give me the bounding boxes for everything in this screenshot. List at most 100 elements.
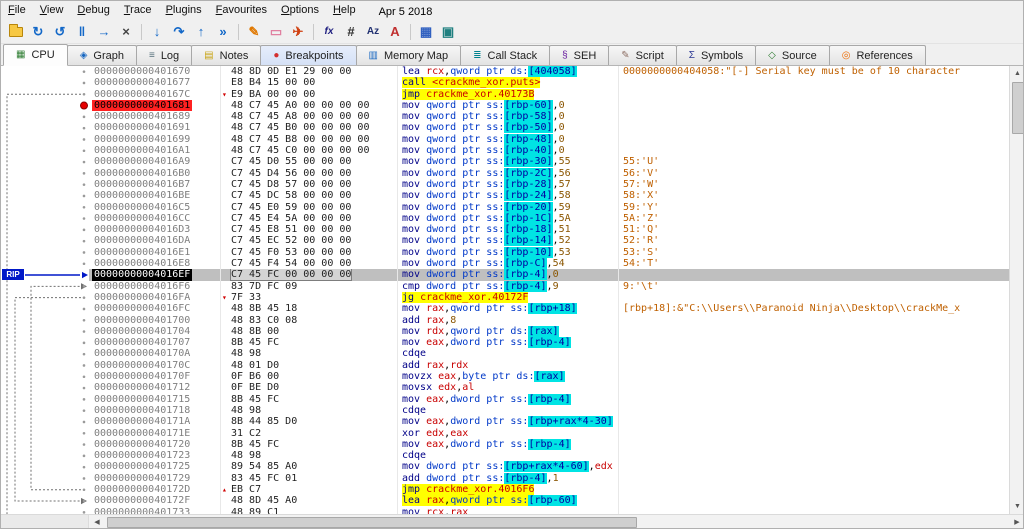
disasm-row[interactable]: 00000000004016C5C7 45 E0 59 00 00 00mov … — [89, 202, 1009, 213]
tab-log[interactable]: ≡Log — [136, 45, 192, 65]
system-button[interactable]: ▣ — [437, 22, 459, 42]
step-out-button[interactable]: ↑ — [190, 22, 212, 42]
horizontal-scroll-thumb[interactable] — [107, 517, 637, 528]
disasm-row[interactable]: 000000000040172F48 8D 45 A0lea rax,qword… — [89, 495, 1009, 506]
horizontal-scrollbar[interactable]: ◀ ▶ — [1, 514, 1024, 529]
assembler-button[interactable]: Az — [362, 22, 384, 42]
disasm-row[interactable]: 000000000040170F0F B6 00movzx eax,byte p… — [89, 371, 1009, 382]
tab-symbols[interactable]: ΣSymbols — [676, 45, 756, 65]
disasm-row[interactable]: 00000000004016A148 C7 45 C0 00 00 00 00m… — [89, 145, 1009, 156]
disasm-row[interactable]: 00000000004016F683 7D FC 09cmp dword ptr… — [89, 281, 1009, 292]
vertical-scroll-thumb[interactable] — [1012, 82, 1024, 134]
disasm-row[interactable]: 00000000004017078B 45 FCmov eax,dword pt… — [89, 337, 1009, 348]
restart-button[interactable]: ↻ — [27, 22, 49, 42]
scroll-down-arrow-icon[interactable]: ▼ — [1010, 499, 1024, 514]
tab-script[interactable]: ✎Script — [608, 45, 677, 65]
functions-button[interactable]: fx — [318, 22, 340, 42]
vertical-scrollbar[interactable]: ▲ ▼ — [1009, 66, 1024, 514]
tab-graph[interactable]: ◈Graph — [67, 45, 137, 65]
disasm-row[interactable]: 00000000004017208B 45 FCmov eax,dword pt… — [89, 439, 1009, 450]
run-button[interactable]: → — [93, 22, 115, 42]
hash-button[interactable]: # — [340, 22, 362, 42]
reload-button[interactable]: ↺ — [49, 22, 71, 42]
disasm-row[interactable]: 00000000004016B0C7 45 D4 56 00 00 00mov … — [89, 168, 1009, 179]
disasm-row[interactable]: 00000000004016EFC7 45 FC 00 00 00 00mov … — [89, 269, 1009, 280]
menu-view[interactable]: View — [33, 1, 71, 20]
bytes-cell: 48 C7 45 B0 00 00 00 00 — [221, 122, 398, 133]
address-cell: 00000000004016FA — [89, 292, 221, 303]
horizontal-scroll-track[interactable] — [105, 515, 1009, 529]
disasm-row[interactable]: 00000000004016FA▾7F 33jg crackme_xor.401… — [89, 292, 1009, 303]
disasm-row[interactable]: 00000000004016E8C7 45 F4 54 00 00 00mov … — [89, 258, 1009, 269]
bytes-cell: 48 98 — [221, 450, 398, 461]
menu-debug[interactable]: Debug — [70, 1, 116, 20]
disasm-row[interactable]: 000000000040171E31 C2xor edx,eax — [89, 428, 1009, 439]
hide-debugger-button[interactable]: ✈ — [287, 22, 309, 42]
disasm-row[interactable]: 000000000040170C48 01 D0add rax,rdx — [89, 360, 1009, 371]
disasm-row[interactable]: 000000000040169148 C7 45 B0 00 00 00 00m… — [89, 122, 1009, 133]
highlighting-button[interactable]: A — [384, 22, 406, 42]
disasm-row[interactable]: 00000000004016CCC7 45 E4 5A 00 00 00mov … — [89, 213, 1009, 224]
address-cell: 0000000000401677 — [89, 77, 221, 88]
menu-favourites[interactable]: Favourites — [209, 1, 274, 20]
disasm-row[interactable]: 000000000040172589 54 85 A0mov dword ptr… — [89, 461, 1009, 472]
close-button[interactable]: × — [115, 22, 137, 42]
disasm-row[interactable]: 000000000040172348 98cdqe — [89, 450, 1009, 461]
disasm-row[interactable]: 00000000004016DAC7 45 EC 52 00 00 00mov … — [89, 235, 1009, 246]
disasm-row[interactable]: 00000000004017120F BE D0movsx edx,al — [89, 382, 1009, 393]
disasm-row[interactable]: 0000000000401677E8 B4 15 00 00call <crac… — [89, 77, 1009, 88]
disasm-row[interactable]: 00000000004016B7C7 45 D8 57 00 00 00mov … — [89, 179, 1009, 190]
patches-button[interactable]: ✎ — [243, 22, 265, 42]
disasm-row[interactable]: 00000000004017158B 45 FCmov eax,dword pt… — [89, 394, 1009, 405]
tab-notes[interactable]: ▤Notes — [191, 45, 261, 65]
disasm-row[interactable]: 00000000004016FC48 8B 45 18mov rax,qword… — [89, 303, 1009, 314]
address-cell: 000000000040170C — [89, 360, 221, 371]
menu-trace[interactable]: Trace — [117, 1, 159, 20]
disasm-row[interactable]: 000000000040170A48 98cdqe — [89, 348, 1009, 359]
memory-grid-button[interactable]: ▦ — [415, 22, 437, 42]
disasm-row[interactable]: 000000000040168148 C7 45 A0 00 00 00 00m… — [89, 100, 1009, 111]
bytes-cell: C7 45 D8 57 00 00 00 — [221, 179, 398, 190]
disasm-row[interactable]: 000000000040173348 89 C1mov rcx,rax — [89, 507, 1009, 514]
scroll-right-arrow-icon[interactable]: ▶ — [1009, 515, 1024, 529]
scroll-left-arrow-icon[interactable]: ◀ — [89, 515, 105, 529]
disasm-row[interactable]: 000000000040171A8B 44 85 D0mov eax,dword… — [89, 416, 1009, 427]
menu-help[interactable]: Help — [326, 1, 363, 20]
tab-source[interactable]: ◇Source — [755, 45, 830, 65]
pause-button[interactable]: ‖ — [71, 22, 93, 42]
disasm-row[interactable]: 000000000040172D▴EB C7jmp crackme_xor.40… — [89, 484, 1009, 495]
disasm-row[interactable]: 00000000004016A9C7 45 D0 55 00 00 00mov … — [89, 156, 1009, 167]
instruction-cell: mov dword ptr ss:[rbp-20],59 — [398, 202, 619, 213]
address-cell: 00000000004016DA — [89, 235, 221, 246]
toolbar-separator — [410, 24, 411, 40]
disasm-row[interactable]: 000000000040168948 C7 45 A8 00 00 00 00m… — [89, 111, 1009, 122]
menu-plugins[interactable]: Plugins — [159, 1, 209, 20]
step-over-button[interactable]: ↷ — [168, 22, 190, 42]
disasm-row[interactable]: 000000000040167048 8D 0D E1 29 00 00lea … — [89, 66, 1009, 77]
disasm-row[interactable]: 00000000004016BEC7 45 DC 58 00 00 00mov … — [89, 190, 1009, 201]
disasm-row[interactable]: 000000000040170448 8B 00mov rdx,qword pt… — [89, 326, 1009, 337]
scroll-up-arrow-icon[interactable]: ▲ — [1010, 66, 1024, 81]
tab-call-stack[interactable]: ≣Call Stack — [460, 45, 550, 65]
tab-cpu[interactable]: ▦CPU — [3, 44, 68, 66]
tab-memory-map[interactable]: ▥Memory Map — [356, 45, 462, 65]
step-into-button[interactable]: ↓ — [146, 22, 168, 42]
tab-seh[interactable]: §SEH — [549, 45, 609, 65]
disasm-row[interactable]: 000000000040170048 83 C0 08add rax,8 — [89, 315, 1009, 326]
disasm-row[interactable]: 000000000040171848 98cdqe — [89, 405, 1009, 416]
run-to-user-code-button[interactable]: » — [212, 22, 234, 42]
eraser-button[interactable]: ▭ — [265, 22, 287, 42]
tab-breakpoints[interactable]: ●Breakpoints — [260, 45, 356, 65]
disasm-row[interactable]: 000000000040172983 45 FC 01add dword ptr… — [89, 473, 1009, 484]
open-file-button[interactable] — [5, 22, 27, 42]
disasm-row[interactable]: 000000000040167C▾E9 BA 00 00 00jmp crack… — [89, 89, 1009, 100]
disasm-row[interactable]: 00000000004016D3C7 45 E8 51 00 00 00mov … — [89, 224, 1009, 235]
disasm-row[interactable]: 000000000040169948 C7 45 B8 00 00 00 00m… — [89, 134, 1009, 145]
bytes-cell: C7 45 D4 56 00 00 00 — [221, 168, 398, 179]
comment-cell — [619, 428, 1009, 439]
menu-file[interactable]: File — [1, 1, 33, 20]
tab-references[interactable]: ◎References — [829, 45, 926, 65]
menu-options[interactable]: Options — [274, 1, 326, 20]
instruction-cell: mov qword ptr ss:[rbp-60],0 — [398, 100, 619, 111]
disasm-row[interactable]: 00000000004016E1C7 45 F0 53 00 00 00mov … — [89, 247, 1009, 258]
